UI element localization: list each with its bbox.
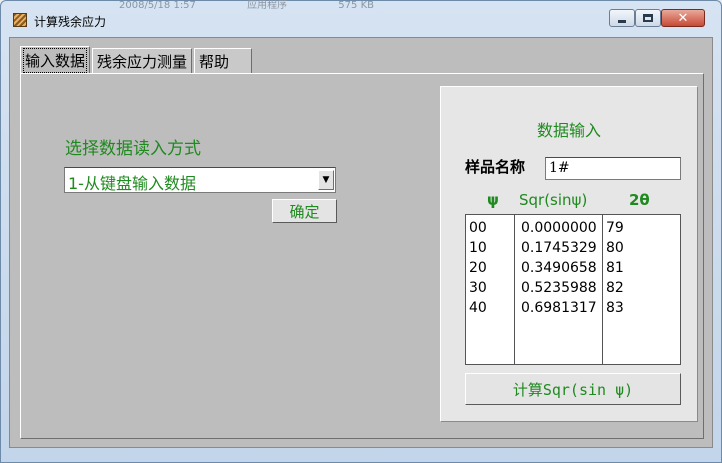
app-window: 2008/5/18 1:57 应用程序 575 KB 计算残余应力 ✕ 输入数据… [0, 0, 722, 463]
list-item: 83 [606, 300, 624, 316]
chevron-down-icon: ▼ [322, 175, 330, 185]
sqr-column-header: Sqr(sinψ) [519, 191, 588, 209]
list-item: 30 [469, 280, 487, 296]
list-item: 0.1745329 [521, 240, 597, 256]
list-item: 20 [469, 260, 487, 276]
sample-name-field[interactable]: 1# [545, 157, 681, 180]
list-item: 81 [606, 260, 624, 276]
list-item: 80 [606, 240, 624, 256]
two-theta-column-header: 2θ [629, 191, 650, 209]
read-method-select[interactable]: 1-从键盘输入数据 ▼ [64, 167, 336, 193]
tab-page-input-data: 选择数据读入方式 1-从键盘输入数据 ▼ 确定 数据输入 样品名称 1# ψ S… [20, 73, 704, 439]
list-item: 0.6981317 [521, 300, 597, 316]
tab-label: 输入数据 [22, 47, 88, 73]
list-item: 0.3490658 [521, 260, 597, 276]
title-bar[interactable]: 计算残余应力 ✕ [1, 1, 721, 37]
maximize-icon [643, 14, 653, 22]
app-icon [13, 13, 27, 27]
window-title: 计算残余应力 [34, 15, 107, 29]
data-input-panel: 数据输入 样品名称 1# ψ Sqr(sinψ) 2θ 00 10 20 30 … [440, 86, 698, 422]
client-area: 输入数据 残余应力测量 帮助 选择数据读入方式 1-从键盘输入数据 ▼ 确定 数… [9, 37, 713, 448]
tab-help[interactable]: 帮助 [194, 48, 253, 73]
panel-title: 数据输入 [536, 121, 601, 140]
tab-stress-measurement[interactable]: 残余应力测量 [92, 48, 193, 73]
list-item: 00 [469, 220, 487, 236]
psi-column-header: ψ [487, 191, 499, 209]
tab-label: 残余应力测量 [97, 52, 188, 71]
calculate-sqr-button[interactable]: 计算Sqr(sin ψ) [465, 373, 681, 405]
minimize-icon [618, 19, 626, 23]
two-theta-list[interactable]: 79 80 81 82 83 [602, 214, 681, 365]
tab-label: 帮助 [199, 52, 230, 71]
tab-input-data[interactable]: 输入数据 [20, 46, 91, 73]
list-item: 79 [606, 220, 624, 236]
list-item: 10 [469, 240, 487, 256]
list-item: 0.5235988 [521, 280, 597, 296]
minimize-button[interactable] [609, 9, 635, 27]
sqr-list[interactable]: 0.0000000 0.1745329 0.3490658 0.5235988 … [514, 214, 603, 365]
close-icon: ✕ [677, 10, 689, 26]
list-item: 82 [606, 280, 624, 296]
list-item: 40 [469, 300, 487, 316]
maximize-button[interactable] [635, 9, 661, 27]
read-method-value: 1-从键盘输入数据 [68, 174, 196, 193]
psi-list[interactable]: 00 10 20 30 40 [465, 214, 515, 365]
tab-strip: 输入数据 残余应力测量 帮助 [20, 46, 254, 74]
dropdown-button[interactable]: ▼ [318, 170, 334, 190]
close-button[interactable]: ✕ [661, 9, 705, 27]
list-item: 0.0000000 [521, 220, 597, 236]
sample-name-label: 样品名称 [465, 158, 526, 176]
read-method-label: 选择数据读入方式 [65, 139, 201, 159]
confirm-button[interactable]: 确定 [272, 199, 337, 223]
